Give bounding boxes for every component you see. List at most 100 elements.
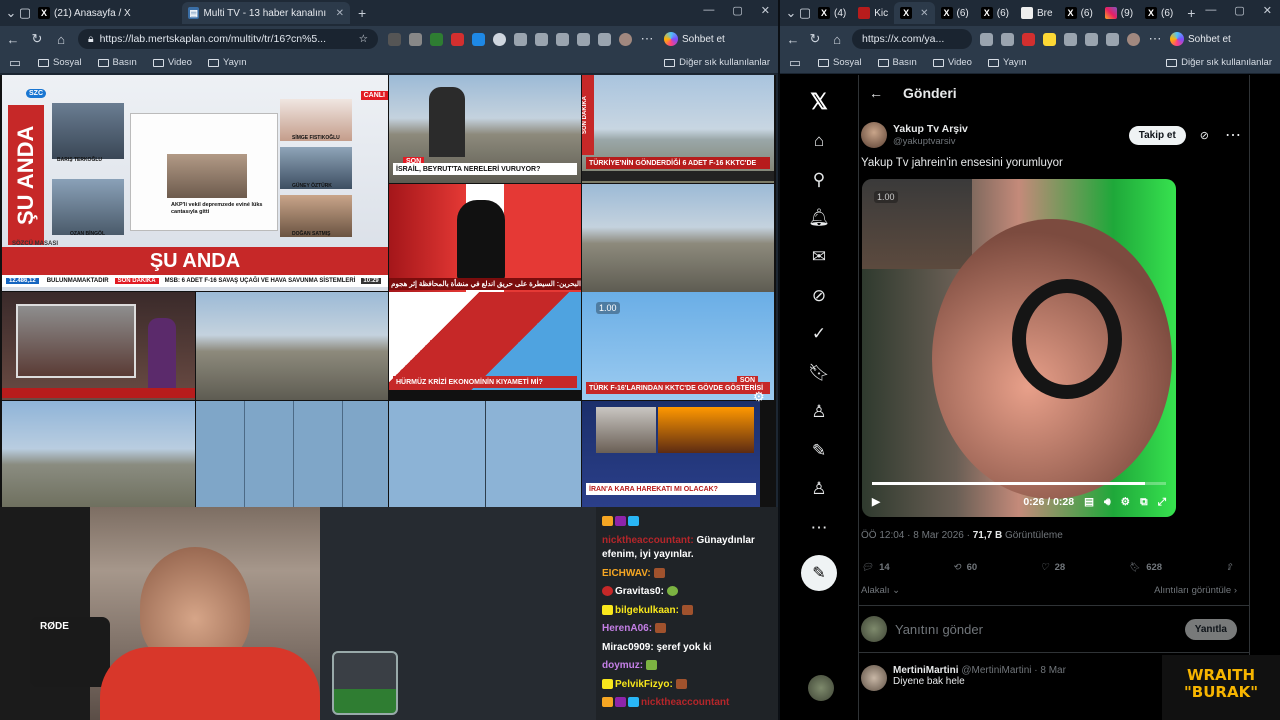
bookmark-folder[interactable]: Yayın xyxy=(987,57,1027,68)
settings-gear-icon[interactable]: ⚙ xyxy=(753,389,765,405)
account-avatar[interactable] xyxy=(808,675,834,701)
bookmark-folder[interactable]: Basın xyxy=(97,57,137,68)
extension-icon[interactable] xyxy=(1043,32,1056,46)
jobs-icon[interactable]: ♙ xyxy=(806,393,832,432)
back-arrow-icon[interactable]: ← xyxy=(869,85,883,101)
copilot-button[interactable]: Sohbet et xyxy=(664,32,725,46)
extension-icon[interactable] xyxy=(493,32,506,46)
back-icon[interactable]: ← xyxy=(786,32,800,47)
url-input[interactable]: 🔒︎ https://lab.mertskaplan.com/multitv/t… xyxy=(78,29,378,49)
x-logo-icon[interactable]: 𝕏 xyxy=(806,83,832,122)
video-player[interactable]: 1.00 ▶ 0:26 / 0:28 ▤ 🔊︎ ⚙ ⧉ ⤢ xyxy=(862,179,1176,517)
tab-x[interactable]: X (6) xyxy=(975,2,1015,24)
fullscreen-icon[interactable]: ⤢ xyxy=(1158,496,1166,509)
tv-channel-7[interactable] xyxy=(196,292,388,400)
avatar[interactable] xyxy=(861,122,887,148)
extension-icon[interactable] xyxy=(472,32,485,46)
bookmark-folder[interactable]: Sosyal xyxy=(38,57,82,68)
compose-post-button[interactable]: ✎ xyxy=(801,555,837,592)
like-action[interactable]: ♡ 28 xyxy=(1040,562,1065,573)
pip-icon[interactable]: ⧉ xyxy=(1140,496,1148,509)
star-icon[interactable]: ☆ xyxy=(359,33,368,45)
new-tab-button[interactable]: + xyxy=(350,5,374,21)
tv-channel-3[interactable]: SON DAKİKA TÜRKİYE'NİN GÖNDERDİĞİ 6 ADET… xyxy=(582,75,774,183)
extension-icon[interactable] xyxy=(1022,32,1035,46)
minimize-icon[interactable]: — xyxy=(1205,4,1216,17)
notifications-bell-icon[interactable]: 🔔︎ xyxy=(806,199,832,238)
lists-icon[interactable]: ✎ xyxy=(806,431,832,470)
other-bookmarks[interactable]: Diğer sık kullanılanlar xyxy=(664,57,770,68)
messages-envelope-icon[interactable]: ✉ xyxy=(806,238,832,277)
tab-bre[interactable]: Bre xyxy=(1015,2,1059,24)
sidebar-toggle-icon[interactable]: ▭ xyxy=(8,55,22,71)
profile-icon[interactable]: ♙ xyxy=(806,470,832,509)
author-name[interactable]: Yakup Tv Arşiv xyxy=(893,123,968,136)
extension-icon[interactable] xyxy=(514,32,527,46)
grok-icon[interactable]: ⊘ xyxy=(1200,129,1209,142)
tv-channel-sozcu[interactable]: SZC CANLI ŞU ANDA BARIŞ TERKOĞLU OZAN Bİ… xyxy=(2,75,388,291)
workspaces-icon[interactable]: ▢ xyxy=(18,5,32,21)
refresh-icon[interactable]: ↻ xyxy=(30,31,44,47)
other-bookmarks[interactable]: Diğer sık kullanılanlar xyxy=(1166,57,1272,68)
author-handle[interactable]: @yakuptvarsiv xyxy=(893,136,968,147)
share-action[interactable]: ⇪ xyxy=(1225,562,1233,573)
home-icon[interactable]: ⌂ xyxy=(54,32,68,47)
more-options-icon[interactable]: ⋯ xyxy=(1225,125,1241,145)
favorites-icon[interactable] xyxy=(556,32,569,46)
minimize-icon[interactable]: — xyxy=(703,4,714,17)
extension-icon[interactable] xyxy=(1001,32,1014,46)
view-quotes-link[interactable]: Alıntıları görüntüle › xyxy=(1154,585,1237,596)
bookmark-action[interactable]: 🔖︎ 628 xyxy=(1128,562,1162,573)
close-window-icon[interactable]: ✕ xyxy=(1263,4,1272,17)
profile-avatar[interactable] xyxy=(1127,32,1140,46)
split-screen-icon[interactable] xyxy=(1085,32,1098,46)
tab-actions-icon[interactable]: ⌄ xyxy=(4,5,18,21)
home-icon[interactable]: ⌂ xyxy=(830,32,844,47)
reply-button[interactable]: Yanıtla xyxy=(1184,618,1237,640)
more-circle-icon[interactable]: ⋯ xyxy=(806,509,832,548)
reply-author[interactable]: MertiniMartini xyxy=(893,665,959,676)
volume-icon[interactable]: 🔊︎ xyxy=(1104,496,1111,509)
tab-actions-icon[interactable]: ⌄ xyxy=(784,5,798,21)
bookmark-folder[interactable]: Video xyxy=(152,57,192,68)
url-input[interactable]: https://x.com/ya... xyxy=(852,29,972,49)
new-tab-button[interactable]: + xyxy=(1179,5,1203,21)
maximize-icon[interactable]: ▢ xyxy=(732,4,742,17)
tab-instagram[interactable]: (9) xyxy=(1099,2,1139,24)
tv-channel-11-multicam[interactable] xyxy=(196,401,388,507)
reply-input[interactable]: Yanıtını gönder xyxy=(895,622,983,637)
tab-x[interactable]: X (6) xyxy=(935,2,975,24)
favorites-icon[interactable] xyxy=(1106,32,1119,46)
split-screen-icon[interactable] xyxy=(535,32,548,46)
extension-icon[interactable] xyxy=(451,32,464,46)
verified-check-icon[interactable]: ✓ xyxy=(806,315,832,354)
downloads-icon[interactable] xyxy=(598,32,611,46)
extension-icon[interactable] xyxy=(409,32,422,46)
play-icon[interactable]: ▶ xyxy=(872,496,880,508)
tab-multitv[interactable]: ▤ Multi TV - 13 haber kanalını aynı a ✕ xyxy=(182,2,350,24)
tab-x-home[interactable]: X (21) Anasayfa / X xyxy=(32,2,182,24)
more-icon[interactable]: ⋯ xyxy=(1148,31,1162,47)
more-icon[interactable]: ⋯ xyxy=(640,31,654,47)
tv-channel-4[interactable]: البحرين: السيطرة على حريق اندلع في منشأة… xyxy=(389,184,581,292)
tv-channel-10[interactable] xyxy=(2,401,195,507)
bookmark-folder[interactable]: Yayın xyxy=(207,57,247,68)
avatar[interactable] xyxy=(861,665,887,691)
refresh-icon[interactable]: ↻ xyxy=(808,31,822,47)
profile-avatar[interactable] xyxy=(619,32,632,46)
extension-icon[interactable] xyxy=(430,32,443,46)
maximize-icon[interactable]: ▢ xyxy=(1234,4,1244,17)
bookmark-folder[interactable]: Basın xyxy=(877,57,917,68)
tab-x[interactable]: X (6) xyxy=(1139,2,1179,24)
captions-icon[interactable]: ▤ xyxy=(1084,496,1094,508)
extension-icon[interactable] xyxy=(388,32,401,46)
back-icon[interactable]: ← xyxy=(6,32,20,47)
follow-button[interactable]: Takip et xyxy=(1128,125,1186,145)
tv-channel-6[interactable] xyxy=(2,292,195,400)
search-icon[interactable]: ⚲ xyxy=(806,160,832,199)
extension-icon[interactable] xyxy=(1064,32,1077,46)
close-window-icon[interactable]: ✕ xyxy=(761,4,770,17)
retweet-action[interactable]: ⟲ 60 xyxy=(953,562,978,573)
video-progress-track[interactable] xyxy=(872,482,1166,485)
bookmark-icon[interactable]: 🔖︎ xyxy=(806,354,832,393)
